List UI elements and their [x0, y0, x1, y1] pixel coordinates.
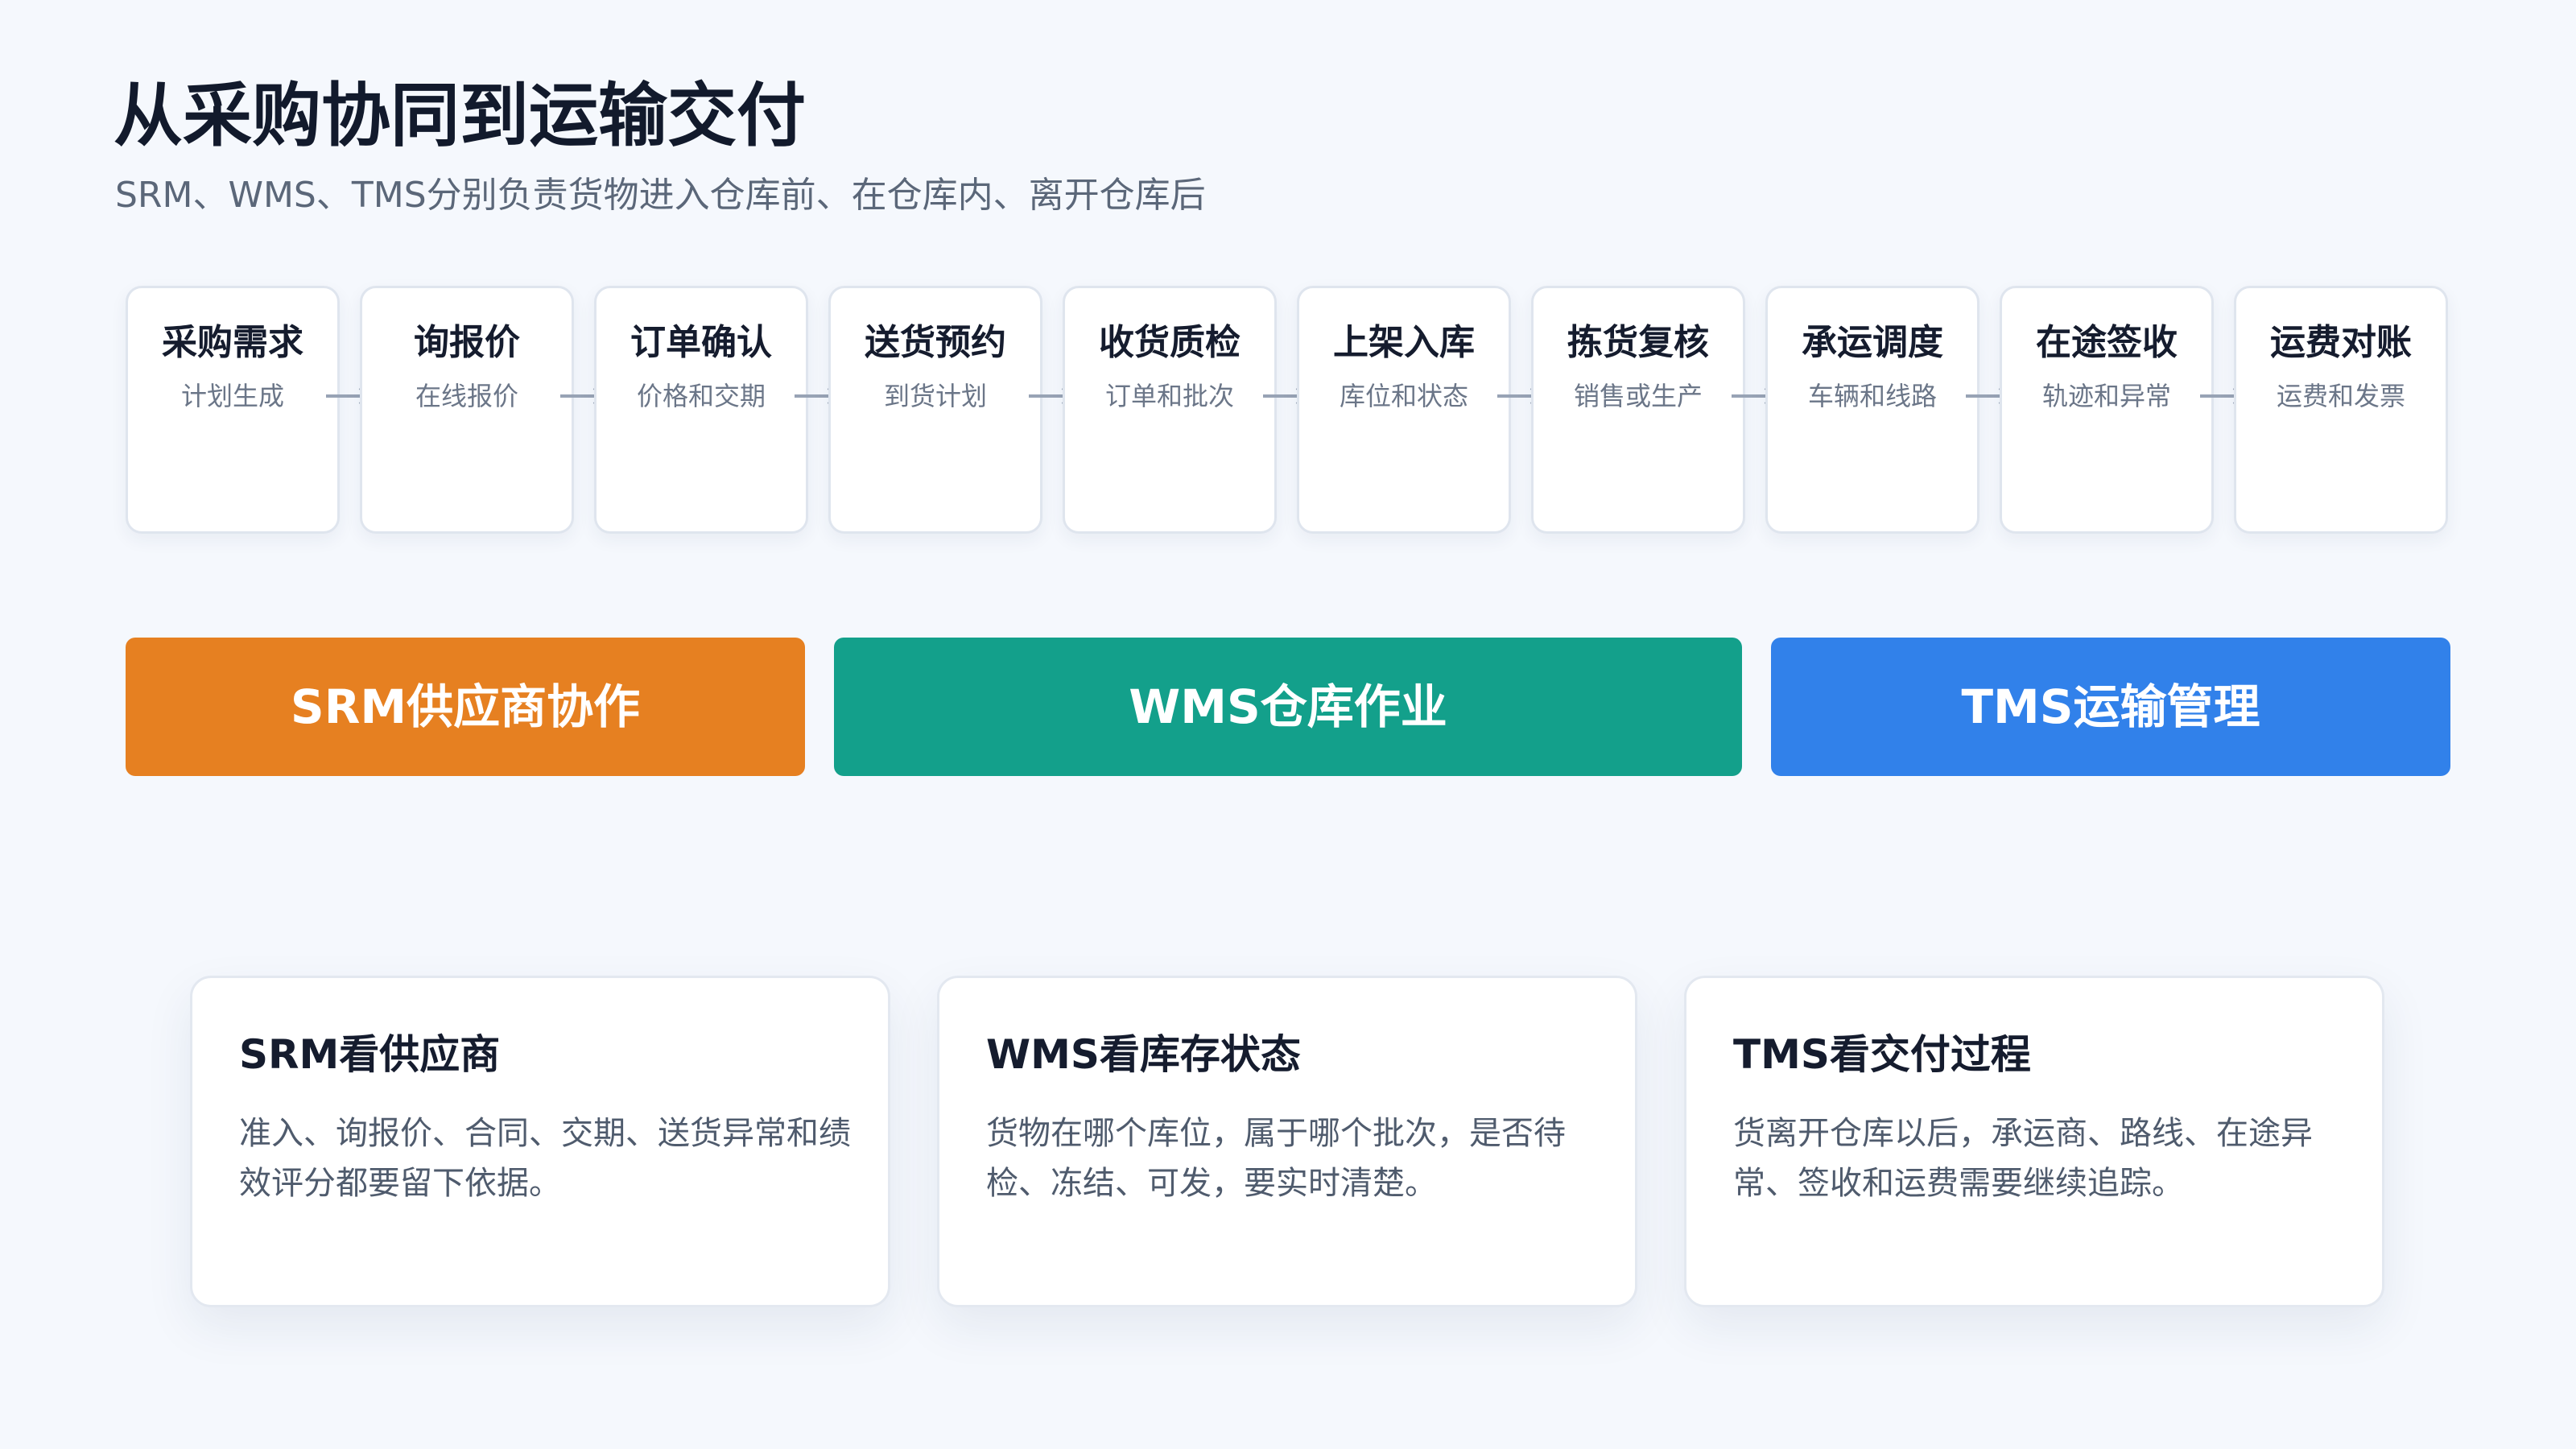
flow-step-desc: 销售或生产 [1573, 381, 1703, 411]
card-text: 货物在哪个库位，属于哪个批次，是否待检、冻结、可发，要实时清楚。 [986, 1115, 1566, 1202]
flow-step-title: 送货预约 [865, 322, 1006, 363]
process-flow: 采购需求 计划生成 询报价 在线报价 订单确认 价格和交期 送货预约 到货计划 … [126, 286, 2450, 534]
card-title: TMS看交付过程 [1733, 1031, 2031, 1078]
tms-info-card: TMS看交付过程 货离开仓库以后，承运商、路线、在途异常、签收和运费需要继续追踪… [1684, 976, 2384, 1307]
flow-step-title: 在途签收 [2036, 322, 2178, 363]
card-text: 货离开仓库以后，承运商、路线、在途异常、签收和运费需要继续追踪。 [1733, 1115, 2313, 1202]
flow-step-inquiry-quote: 询报价 在线报价 [360, 286, 574, 534]
flow-step-desc: 轨迹和异常 [2041, 381, 2171, 411]
flow-step-freight-reconcile: 运费对账 运费和发票 [2234, 286, 2448, 534]
flow-step-desc: 车辆和线路 [1807, 381, 1937, 411]
srm-band: SRM供应商协作 [126, 638, 805, 776]
flow-step-desc: 到货计划 [883, 381, 987, 411]
tms-band: TMS运输管理 [1771, 638, 2450, 776]
flow-step-title: 承运调度 [1802, 322, 1943, 363]
band-label: WMS仓库作业 [1129, 679, 1447, 734]
flow-step-picking-check: 拣货复核 销售或生产 [1531, 286, 1745, 534]
band-label: SRM供应商协作 [290, 679, 641, 734]
flow-step-desc: 运费和发票 [2276, 381, 2405, 411]
card-title: WMS看库存状态 [986, 1031, 1301, 1078]
flow-step-order-confirm: 订单确认 价格和交期 [594, 286, 808, 534]
flow-step-title: 询报价 [414, 322, 520, 363]
card-text: 准入、询报价、合同、交期、送货异常和绩效评分都要留下依据。 [239, 1115, 851, 1202]
flow-step-title: 收货质检 [1099, 322, 1241, 363]
flow-step-receiving-qc: 收货质检 订单和批次 [1063, 286, 1277, 534]
flow-step-title: 运费对账 [2270, 322, 2412, 363]
wms-info-card: WMS看库存状态 货物在哪个库位，属于哪个批次，是否待检、冻结、可发，要实时清楚… [937, 976, 1637, 1307]
flow-step-title: 订单确认 [630, 322, 772, 363]
flow-step-title: 采购需求 [162, 322, 303, 363]
wms-band: WMS仓库作业 [834, 638, 1742, 776]
flow-step-purchase-demand: 采购需求 计划生成 [126, 286, 340, 534]
flow-step-in-transit-signoff: 在途签收 轨迹和异常 [2000, 286, 2214, 534]
srm-info-card: SRM看供应商 准入、询报价、合同、交期、送货异常和绩效评分都要留下依据。 [190, 976, 890, 1307]
band-label: TMS运输管理 [1961, 679, 2260, 734]
flow-step-desc: 订单和批次 [1104, 381, 1234, 411]
flow-step-carrier-dispatch: 承运调度 车辆和线路 [1765, 286, 1979, 534]
page-subtitle: SRM、WMS、TMS分别负责货物进入仓库前、在仓库内、离开仓库后 [115, 175, 1206, 216]
flow-step-putaway: 上架入库 库位和状态 [1297, 286, 1511, 534]
flow-step-delivery-booking: 送货预约 到货计划 [828, 286, 1042, 534]
flow-step-desc: 计划生成 [180, 381, 284, 411]
card-title: SRM看供应商 [239, 1031, 501, 1078]
flow-step-desc: 价格和交期 [636, 381, 766, 411]
flow-step-title: 拣货复核 [1567, 322, 1709, 363]
flow-step-desc: 在线报价 [415, 381, 518, 411]
flow-step-desc: 库位和状态 [1339, 381, 1468, 411]
page-title: 从采购协同到运输交付 [114, 76, 806, 156]
flow-step-title: 上架入库 [1333, 322, 1475, 363]
